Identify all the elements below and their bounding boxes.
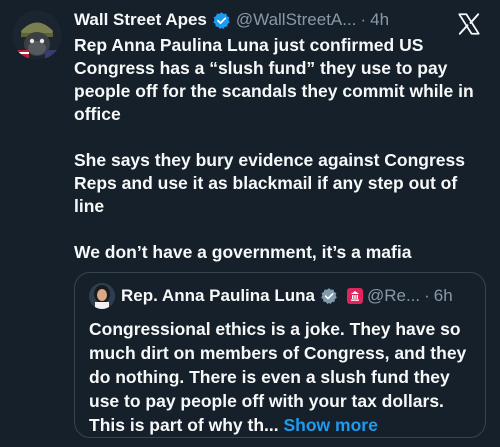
tweet-paragraph: Rep Anna Paulina Luna just confirmed US … xyxy=(74,35,474,124)
quoted-tweet-card[interactable]: Rep. Anna Paulina Luna @Re... · 6h Congr… xyxy=(74,272,486,438)
tweet-timestamp[interactable]: 4h xyxy=(370,10,389,30)
tweet-paragraph: She says they bury evidence against Cong… xyxy=(74,150,465,216)
government-affiliation-icon xyxy=(346,288,363,304)
author-avatar[interactable] xyxy=(12,10,62,60)
separator-dot: · xyxy=(424,286,430,305)
author-handle[interactable]: @WallStreetA... xyxy=(236,10,357,30)
tweet-header: Wall Street Apes @WallStreetA... · 4h xyxy=(74,9,440,31)
quoted-tweet-text: Congressional ethics is a joke. They hav… xyxy=(89,317,475,437)
quoted-author-handle[interactable]: @Re... xyxy=(367,286,420,306)
tweet-text: Rep Anna Paulina Luna just confirmed US … xyxy=(74,34,486,287)
verified-badge-icon[interactable] xyxy=(320,287,338,305)
verified-badge-icon[interactable] xyxy=(212,11,231,30)
quoted-tweet-timestamp[interactable]: 6h xyxy=(434,286,453,306)
tweet-paragraph: We don’t have a government, it’s a mafia xyxy=(74,242,412,262)
quoted-tweet-content: Congressional ethics is a joke. They hav… xyxy=(89,319,467,435)
quoted-tweet-header: Rep. Anna Paulina Luna @Re... · 6h xyxy=(89,283,475,309)
show-more-link[interactable]: Show more xyxy=(283,415,377,435)
author-name[interactable]: Wall Street Apes xyxy=(74,10,207,30)
quoted-author-name[interactable]: Rep. Anna Paulina Luna xyxy=(121,286,315,306)
separator-dot: · xyxy=(360,10,367,29)
quoted-author-avatar[interactable] xyxy=(89,283,115,309)
